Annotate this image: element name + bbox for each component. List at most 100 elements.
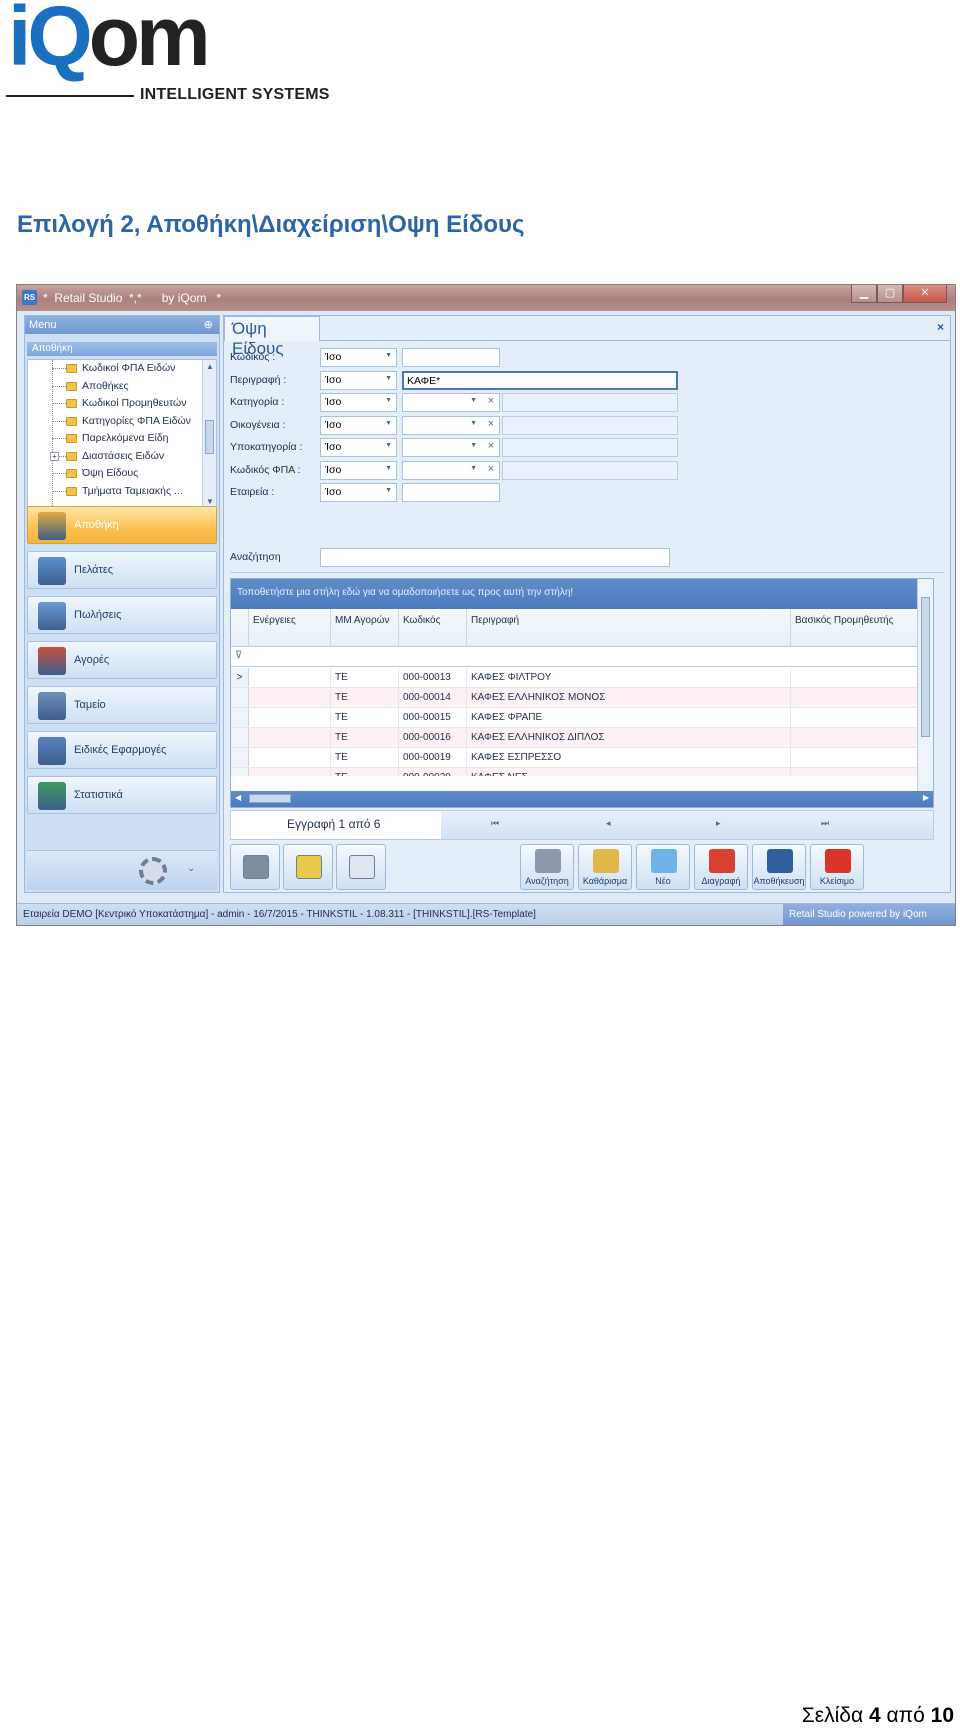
lookup-input[interactable]: ▼ ×	[402, 460, 500, 480]
nav-button[interactable]: Πωλήσεις	[27, 596, 217, 634]
close-window-button[interactable]: ✕	[903, 285, 947, 303]
first-record-icon[interactable]: ⏮	[491, 818, 499, 829]
settings-gear-icon[interactable]	[139, 857, 167, 885]
filter-value-input[interactable]	[402, 348, 500, 367]
tree-item[interactable]: Αποθήκες	[28, 378, 216, 396]
operator-select[interactable]: Ίσο ▼	[320, 415, 397, 435]
search-input[interactable]	[320, 548, 670, 567]
grid-vscroll-thumb[interactable]	[921, 597, 930, 737]
close-tab-icon[interactable]: ×	[937, 320, 944, 334]
table-row[interactable]: ΤΕ 000-00019 ΚΑΦΕΣ ΕΣΠΡΕΣΣΟ	[231, 748, 919, 768]
dropdown-caret-icon[interactable]: ▼	[385, 420, 392, 427]
filter-value-input[interactable]: ΚΑΦΕ*	[402, 370, 678, 390]
scroll-right-icon[interactable]: ▶	[923, 793, 929, 802]
chevron-down-icon[interactable]: ⌄	[187, 863, 195, 874]
operator-select[interactable]: Ίσο ▼	[320, 460, 397, 480]
grid-vertical-scrollbar[interactable]	[917, 579, 933, 793]
tab-item-view[interactable]: Όψη Είδους	[224, 316, 320, 358]
nav-button[interactable]: Αποθήκη	[27, 506, 217, 544]
toolbar-button[interactable]: Αναζήτηση	[520, 844, 574, 890]
toolbar-button[interactable]: Νέο	[636, 844, 690, 890]
actions-cell[interactable]	[249, 688, 331, 707]
grid-filter-row[interactable]: ⊽	[231, 647, 919, 667]
group-by-panel[interactable]: Τοποθετήστε μια στήλη εδώ για να ομαδοπο…	[231, 579, 933, 609]
operator-select[interactable]: Ίσο ▼	[320, 483, 397, 502]
clear-icon[interactable]: ×	[488, 395, 494, 407]
dropdown-caret-icon[interactable]: ▼	[470, 442, 477, 449]
scroll-left-icon[interactable]: ◀	[235, 793, 241, 802]
scroll-up-icon[interactable]: ▲	[203, 362, 216, 371]
dropdown-caret-icon[interactable]: ▼	[385, 375, 392, 382]
minimize-button[interactable]: ▁	[851, 285, 877, 303]
next-record-icon[interactable]: ▸	[716, 818, 721, 829]
tree-item[interactable]: Κατηγορίες ΦΠΑ Ειδών	[28, 413, 216, 431]
column-header[interactable]: ΜΜ Αγορών	[331, 609, 399, 646]
column-header[interactable]: Βασικός Προμηθευτής	[791, 609, 919, 646]
maximize-button[interactable]: ▢	[877, 285, 903, 303]
grid-hscroll-thumb[interactable]	[249, 794, 291, 803]
menu-group-title[interactable]: Αποθήκη	[27, 342, 217, 356]
nav-button[interactable]: Ειδικές Εφαρμογές	[27, 731, 217, 769]
dropdown-caret-icon[interactable]: ▼	[385, 397, 392, 404]
clear-icon[interactable]: ×	[488, 418, 494, 430]
toolbar-button[interactable]	[336, 844, 386, 890]
pin-icon[interactable]: ⊕	[204, 318, 213, 331]
table-row[interactable]: > ΤΕ 000-00013 ΚΑΦΕΣ ΦΙΛΤΡΟΥ	[231, 668, 919, 688]
grid-horizontal-scrollbar[interactable]: ◀ ▶	[231, 791, 933, 807]
table-row[interactable]: ΤΕ 000-00016 ΚΑΦΕΣ ΕΛΛΗΝΙΚΟΣ ΔΙΠΛΟΣ	[231, 728, 919, 748]
tree-item[interactable]: Τμήματα Ταμειακής ...	[28, 483, 216, 501]
toolbar-button[interactable]: Διαγραφή	[694, 844, 748, 890]
tree-scroll-thumb[interactable]	[205, 420, 214, 454]
nav-button[interactable]: Ταμείο	[27, 686, 217, 724]
tree-item[interactable]: Παρελκόμενα Είδη	[28, 430, 216, 448]
last-record-icon[interactable]: ⏭	[821, 818, 829, 829]
operator-select[interactable]: Ίσο ▼	[320, 438, 397, 457]
table-row[interactable]: ΤΕ000-00020ΚΑΦΕΣ ΝΕΣ	[231, 768, 919, 776]
window-titlebar[interactable]: RS * Retail Studio *,* by iQom * ▁ ▢ ✕	[17, 285, 955, 311]
clear-icon[interactable]: ×	[488, 440, 494, 452]
nav-button[interactable]: Αγορές	[27, 641, 217, 679]
tree-item[interactable]: Όψη Είδους	[28, 465, 216, 483]
dropdown-caret-icon[interactable]: ▼	[385, 487, 392, 494]
actions-cell[interactable]	[249, 748, 331, 767]
actions-cell[interactable]	[249, 768, 331, 776]
lookup-input[interactable]: ▼ ×	[402, 393, 500, 412]
toolbar-button[interactable]: Καθάρισμα	[578, 844, 632, 890]
filter-value-input[interactable]	[402, 483, 500, 502]
column-header[interactable]: Περιγραφή	[467, 609, 791, 646]
nav-button[interactable]: Στατιστικά	[27, 776, 217, 814]
lookup-input[interactable]: ▼ ×	[402, 438, 500, 457]
dropdown-caret-icon[interactable]: ▼	[385, 465, 392, 472]
operator-select[interactable]: Ίσο ▼	[320, 393, 397, 412]
dropdown-caret-icon[interactable]: ▼	[470, 465, 477, 472]
dropdown-caret-icon[interactable]: ▼	[470, 397, 477, 404]
actions-cell[interactable]	[249, 708, 331, 727]
operator-select[interactable]: Ίσο ▼	[320, 370, 397, 390]
scroll-down-icon[interactable]: ▼	[203, 497, 216, 506]
tree-scrollbar[interactable]: ▲ ▼	[202, 360, 216, 508]
tree-item[interactable]: Κωδικοί Προμηθευτών	[28, 395, 216, 413]
toolbar-button[interactable]: Κλείσιμο	[810, 844, 864, 890]
previous-record-icon[interactable]: ◂	[606, 818, 611, 829]
toolbar-button[interactable]: Αποθήκευση	[752, 844, 806, 890]
column-header[interactable]: Ενέργειες	[249, 609, 331, 646]
expand-plus-icon[interactable]: +	[50, 451, 59, 461]
app-icon[interactable]: RS	[22, 290, 37, 305]
actions-cell[interactable]	[249, 668, 331, 687]
table-row[interactable]: ΤΕ 000-00015 ΚΑΦΕΣ ΦΡΑΠΕ	[231, 708, 919, 728]
column-header[interactable]: Κωδικός	[399, 609, 467, 646]
operator-select[interactable]: Ίσο ▼	[320, 348, 397, 367]
lookup-input[interactable]: ▼ ×	[402, 415, 500, 435]
tree-item[interactable]: + Διαστάσεις Ειδών	[28, 448, 216, 466]
nav-button[interactable]: Πελάτες	[27, 551, 217, 589]
dropdown-caret-icon[interactable]: ▼	[385, 352, 392, 359]
actions-cell[interactable]	[249, 728, 331, 747]
clear-icon[interactable]: ×	[488, 463, 494, 475]
table-row[interactable]: ΤΕ 000-00014 ΚΑΦΕΣ ΕΛΛΗΝΙΚΟΣ ΜΟΝΟΣ	[231, 688, 919, 708]
dropdown-caret-icon[interactable]: ▼	[385, 442, 392, 449]
tree-item[interactable]: Κωδικοί ΦΠΑ Ειδών	[28, 360, 216, 378]
toolbar-button[interactable]	[283, 844, 333, 890]
dropdown-caret-icon[interactable]: ▼	[470, 420, 477, 427]
filter-funnel-icon[interactable]: ⊽	[235, 650, 242, 661]
toolbar-button[interactable]	[230, 844, 280, 890]
